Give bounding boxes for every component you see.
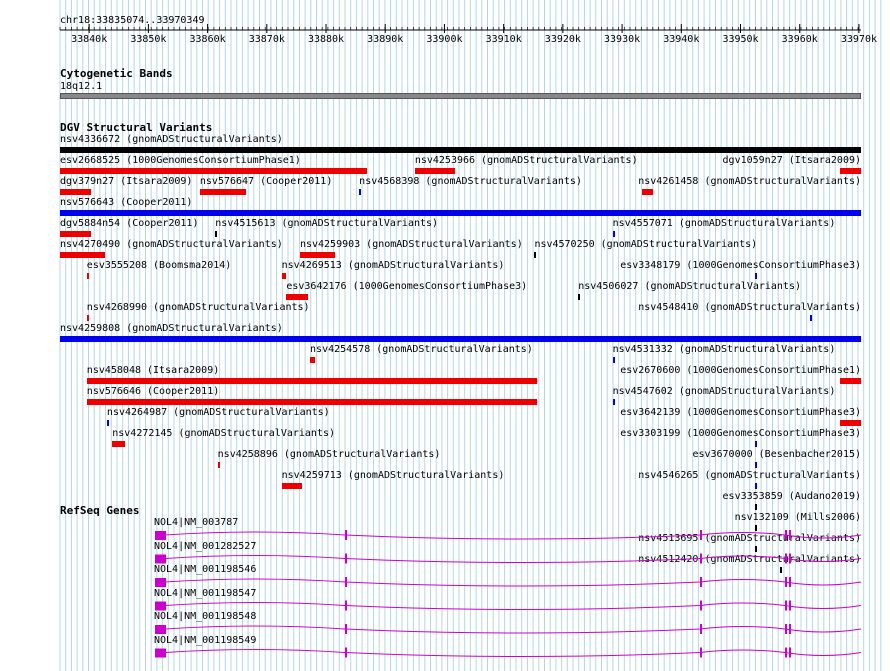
gene-intron-line xyxy=(164,578,862,587)
gene-exon xyxy=(345,577,347,587)
gene-exon xyxy=(789,577,791,587)
gene-exon xyxy=(155,531,166,540)
gene-exon xyxy=(789,530,791,540)
gene-exon xyxy=(700,530,702,540)
gene-exon xyxy=(155,578,166,587)
gene-exon xyxy=(345,647,347,658)
gene-exon xyxy=(155,625,166,634)
gene-exon xyxy=(785,577,787,587)
gene-exon xyxy=(700,577,702,587)
gene-exon xyxy=(785,600,787,611)
gene-exon xyxy=(785,624,787,634)
gene-exon xyxy=(789,647,791,658)
gene-exon xyxy=(789,624,791,634)
gene-exon xyxy=(785,647,787,658)
gene-exon xyxy=(700,624,702,634)
gene-exon xyxy=(155,554,166,564)
gene-exon xyxy=(700,647,702,658)
gene-exon xyxy=(700,600,702,611)
genome-browser: chr18:33835074..33970349 33840k 33850k 338… xyxy=(0,0,890,671)
gene-exon xyxy=(785,530,787,540)
gene-exon xyxy=(155,601,166,611)
gene-intron-line xyxy=(164,625,862,634)
gene-intron-line xyxy=(164,649,862,657)
gene-exon xyxy=(345,530,347,540)
gene-exon xyxy=(789,553,791,564)
gene-intron-line xyxy=(164,531,862,540)
gene-intron-line xyxy=(164,602,862,610)
gene-exon xyxy=(700,553,702,564)
gene-intron-line xyxy=(164,555,862,563)
gene-exon xyxy=(785,553,787,564)
gene-exon xyxy=(345,624,347,634)
gene-exon xyxy=(345,553,347,564)
gene-exon xyxy=(789,600,791,611)
refseq-gene-models xyxy=(155,530,862,658)
gene-exon xyxy=(155,648,166,658)
gene-exon xyxy=(345,600,347,611)
